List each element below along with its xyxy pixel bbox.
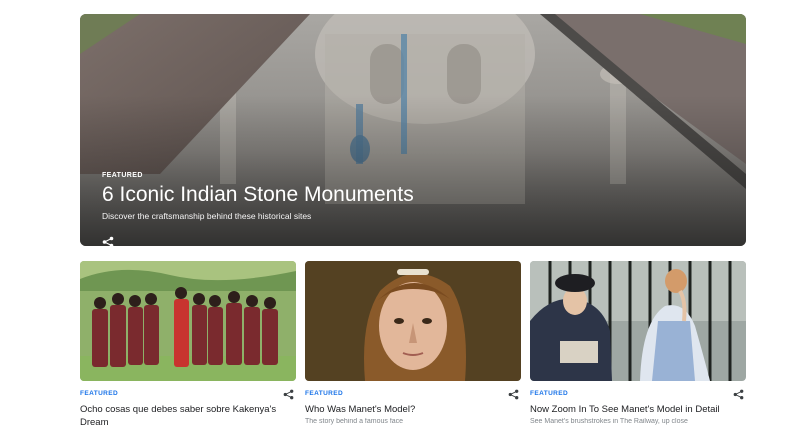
story-card-manet-model[interactable]: FEATURED Who Was Manet's Model? The stor… xyxy=(305,261,521,425)
hero-title[interactable]: 6 Iconic Indian Stone Monuments xyxy=(102,183,414,207)
card-title[interactable]: Now Zoom In To See Manet's Model in Deta… xyxy=(530,403,746,416)
card-subtitle: See Manet's brushstrokes in The Railway,… xyxy=(530,418,688,425)
share-icon[interactable] xyxy=(102,236,114,246)
hero-kicker: FEATURED xyxy=(102,172,143,179)
portrait-painting xyxy=(305,261,521,381)
hero-banner[interactable]: FEATURED 6 Iconic Indian Stone Monuments… xyxy=(80,14,746,246)
card-image[interactable] xyxy=(305,261,521,381)
share-icon[interactable] xyxy=(733,389,744,400)
card-kicker: FEATURED xyxy=(305,390,344,397)
card-image[interactable] xyxy=(530,261,746,381)
story-card-manet-zoom[interactable]: FEATURED Now Zoom In To See Manet's Mode… xyxy=(530,261,746,425)
railway-painting xyxy=(530,261,746,381)
share-icon[interactable] xyxy=(508,389,519,400)
story-card-kakenya[interactable]: FEATURED Ocho cosas que debes saber sobr… xyxy=(80,261,296,431)
hero-subtitle: Discover the craftsmanship behind these … xyxy=(102,211,312,221)
card-title[interactable]: Who Was Manet's Model? xyxy=(305,403,521,416)
students-photo xyxy=(80,261,296,381)
hero-text: FEATURED 6 Iconic Indian Stone Monuments… xyxy=(102,172,414,221)
card-title[interactable]: Ocho cosas que debes saber sobre Kakenya… xyxy=(80,403,296,429)
card-subtitle: The story behind a famous face xyxy=(305,418,404,425)
card-image[interactable] xyxy=(80,261,296,381)
card-kicker: FEATURED xyxy=(80,390,119,397)
card-kicker: FEATURED xyxy=(530,390,569,397)
share-icon[interactable] xyxy=(283,389,294,400)
